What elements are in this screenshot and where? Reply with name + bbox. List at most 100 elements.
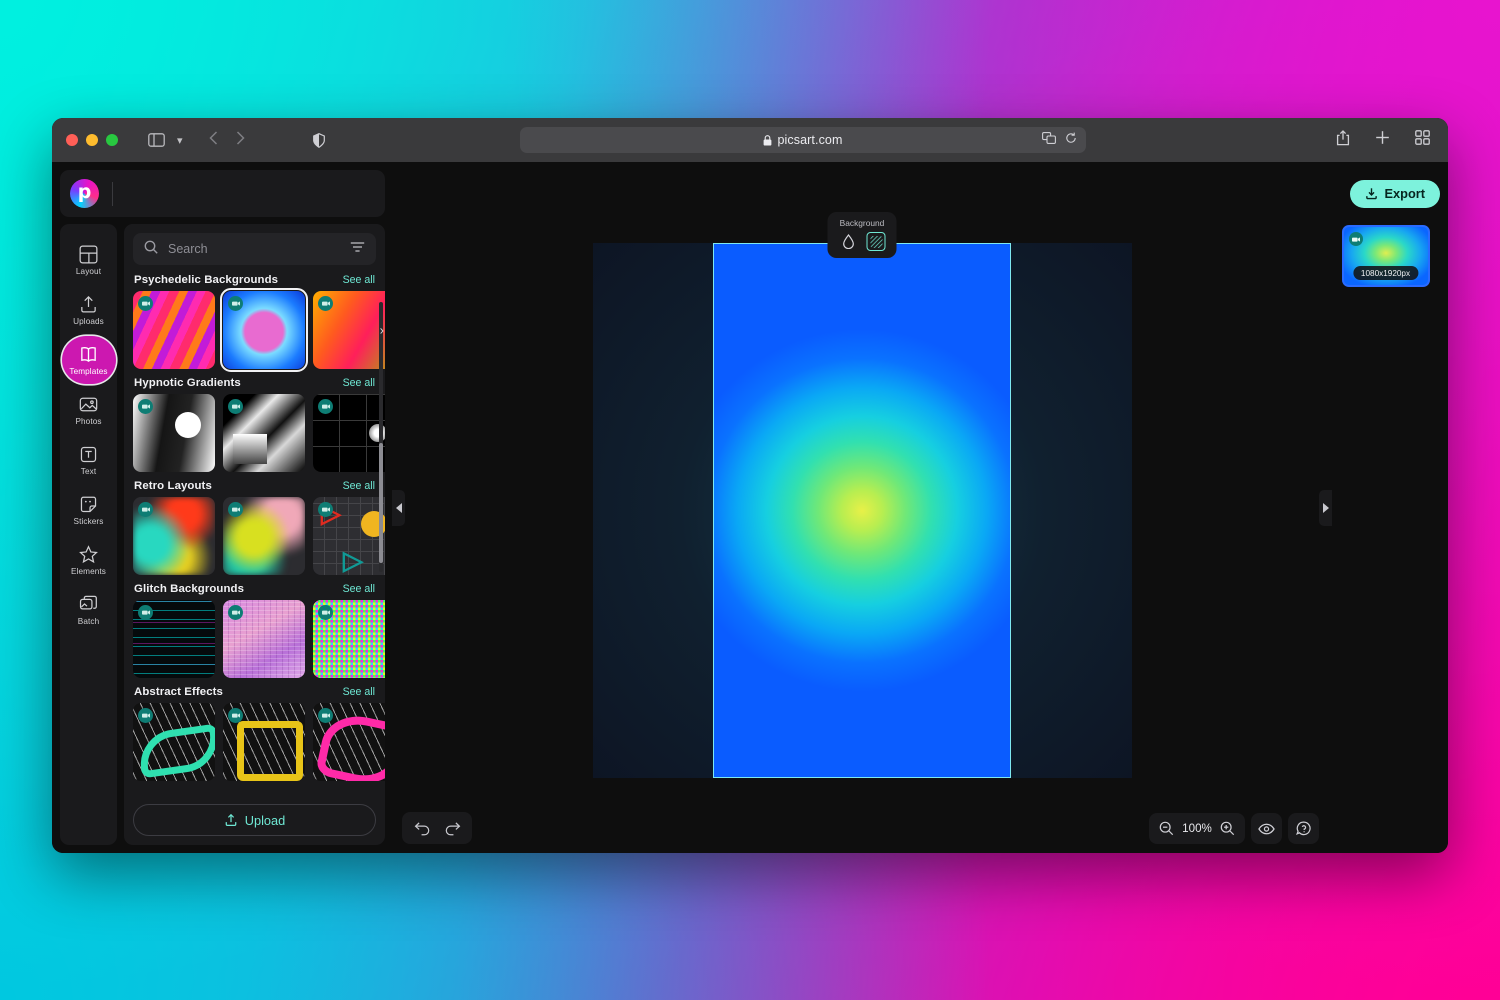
scrollbar-thumb[interactable] xyxy=(379,443,383,563)
sidebar-item-uploads[interactable]: Uploads xyxy=(62,286,116,334)
picsart-editor: Layout Uploads Templates xyxy=(52,162,1448,853)
template-badge-icon xyxy=(138,296,153,311)
template-badge-icon xyxy=(228,296,243,311)
star-icon xyxy=(79,545,98,564)
sidebar-item-templates[interactable]: Templates xyxy=(62,336,116,384)
sidebar-item-elements[interactable]: Elements xyxy=(62,536,116,584)
traffic-lights xyxy=(66,134,118,146)
see-all-link[interactable]: See all xyxy=(343,377,375,389)
sidebar-item-label: Photos xyxy=(75,417,101,426)
filter-icon[interactable] xyxy=(350,240,365,258)
upload-label: Upload xyxy=(245,813,286,828)
template-badge-icon xyxy=(228,605,243,620)
upload-button[interactable]: Upload xyxy=(133,804,376,836)
tool-rail: Layout Uploads Templates xyxy=(60,224,117,845)
search-icon xyxy=(144,240,158,259)
preview-button[interactable] xyxy=(1251,813,1282,844)
undo-button[interactable] xyxy=(410,816,434,840)
search-input[interactable] xyxy=(168,242,340,256)
help-button[interactable] xyxy=(1288,813,1319,844)
template-thumbnail[interactable] xyxy=(223,703,305,781)
zoom-in-button[interactable] xyxy=(1220,821,1235,836)
page-size-badge: 1080x1920px xyxy=(1353,266,1418,280)
close-window-button[interactable] xyxy=(66,134,78,146)
plus-icon[interactable] xyxy=(1375,130,1390,150)
template-thumbnail[interactable] xyxy=(133,394,215,472)
picsart-logo-icon[interactable] xyxy=(70,179,99,208)
template-thumbnail[interactable] xyxy=(313,394,385,472)
search-bar[interactable] xyxy=(133,233,376,265)
template-thumbnail[interactable]: ▷ ▷ xyxy=(313,497,385,575)
tab-overview-icon[interactable] xyxy=(1415,130,1430,150)
category-title: Retro Layouts xyxy=(134,480,212,492)
zoom-in-icon xyxy=(1220,821,1235,836)
sidebar-item-text[interactable]: Text xyxy=(62,436,116,484)
template-thumbnail[interactable] xyxy=(313,703,385,781)
see-all-link[interactable]: See all xyxy=(343,480,375,492)
canvas-host xyxy=(393,162,1331,853)
template-thumbnail[interactable] xyxy=(223,394,305,472)
template-category: Hypnotic Gradients See all xyxy=(133,371,376,472)
collapse-right-panel-handle[interactable] xyxy=(1319,490,1332,526)
minimize-window-button[interactable] xyxy=(86,134,98,146)
template-thumbnail[interactable] xyxy=(313,291,385,369)
forward-arrow-icon[interactable] xyxy=(236,131,245,150)
see-all-link[interactable]: See all xyxy=(343,583,375,595)
template-badge-icon xyxy=(318,399,333,414)
translate-icon[interactable] xyxy=(1042,131,1056,149)
page-thumbnail[interactable]: 1080x1920px xyxy=(1342,225,1430,287)
droplet-icon[interactable] xyxy=(839,232,858,251)
sidebar-toggle-icon[interactable] xyxy=(148,133,165,147)
zoom-level: 100% xyxy=(1182,822,1212,835)
back-arrow-icon[interactable] xyxy=(209,131,218,150)
pattern-icon[interactable] xyxy=(867,232,886,251)
redo-button[interactable] xyxy=(440,816,464,840)
eye-icon xyxy=(1258,823,1275,835)
template-badge-icon xyxy=(138,502,153,517)
chrome-right-actions xyxy=(1336,130,1430,151)
template-thumbnail[interactable] xyxy=(133,497,215,575)
export-label: Export xyxy=(1384,186,1425,201)
next-arrow-icon[interactable]: › xyxy=(380,323,384,338)
templates-scroll-area[interactable]: Psychedelic Backgrounds See all xyxy=(124,268,385,795)
sidebar-item-layout[interactable]: Layout xyxy=(62,236,116,284)
template-row: ▷ ▷ xyxy=(133,497,376,575)
download-icon xyxy=(1365,187,1378,200)
collapse-left-icon xyxy=(396,503,402,513)
template-thumbnail[interactable] xyxy=(313,600,385,678)
template-thumbnail-selected[interactable] xyxy=(223,291,305,369)
template-badge-icon xyxy=(228,502,243,517)
editor-topbar xyxy=(60,170,385,217)
maximize-window-button[interactable] xyxy=(106,134,118,146)
template-thumbnail[interactable] xyxy=(223,600,305,678)
template-thumbnail[interactable] xyxy=(133,291,215,369)
canvas-document[interactable] xyxy=(713,243,1011,778)
template-badge-icon xyxy=(318,605,333,620)
history-controls xyxy=(402,812,472,844)
privacy-shield-icon[interactable] xyxy=(313,133,325,148)
right-column: Export 1080x1920px xyxy=(1331,162,1448,853)
reload-icon[interactable] xyxy=(1065,131,1077,149)
chevron-down-icon[interactable]: ▾ xyxy=(177,134,183,147)
category-title: Abstract Effects xyxy=(134,686,223,698)
zoom-out-button[interactable] xyxy=(1159,821,1174,836)
background-label: Background xyxy=(828,218,897,228)
collapse-left-panel-handle[interactable] xyxy=(392,490,405,526)
sidebar-item-label: Layout xyxy=(76,267,101,276)
url-bar[interactable]: picsart.com xyxy=(520,127,1086,153)
sidebar-item-photos[interactable]: Photos xyxy=(62,386,116,434)
share-icon[interactable] xyxy=(1336,130,1350,151)
template-category: Psychedelic Backgrounds See all xyxy=(133,268,376,369)
sidebar-item-batch[interactable]: Batch xyxy=(62,586,116,634)
text-icon xyxy=(79,445,98,464)
template-thumbnail[interactable] xyxy=(133,600,215,678)
upload-arrow-icon xyxy=(224,813,238,827)
toolbar-divider xyxy=(112,182,113,206)
see-all-link[interactable]: See all xyxy=(343,274,375,286)
sidebar-item-stickers[interactable]: Stickers xyxy=(62,486,116,534)
template-thumbnail[interactable] xyxy=(223,497,305,575)
template-category: Abstract Effects See all xyxy=(133,680,376,781)
template-thumbnail[interactable] xyxy=(133,703,215,781)
export-button[interactable]: Export xyxy=(1350,180,1440,208)
see-all-link[interactable]: See all xyxy=(343,686,375,698)
